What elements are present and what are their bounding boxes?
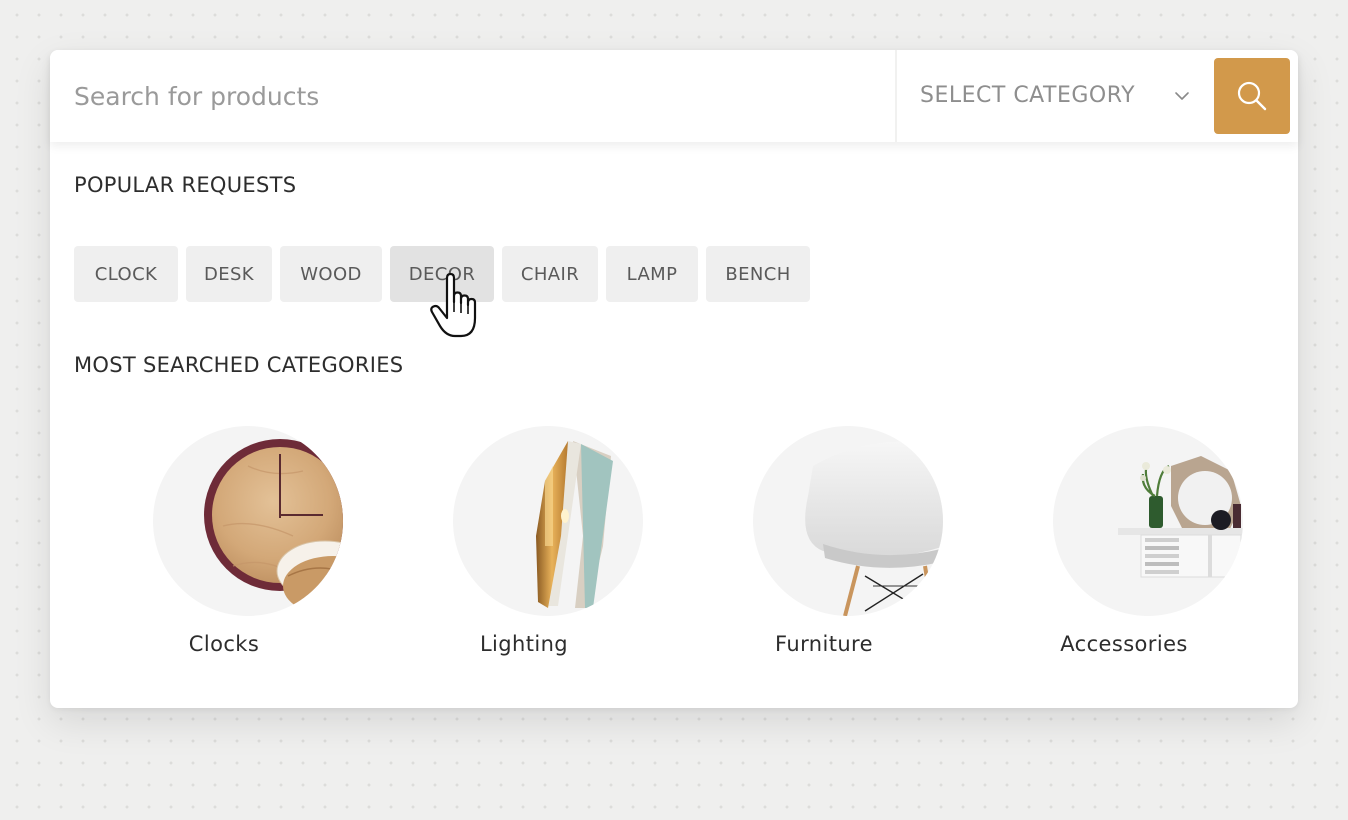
chip-lamp[interactable]: LAMP — [606, 246, 698, 302]
search-input[interactable] — [50, 50, 896, 142]
chip-wood[interactable]: WOOD — [280, 246, 382, 302]
category-card-furniture[interactable]: Furniture — [674, 426, 974, 666]
chevron-down-icon — [1175, 92, 1189, 100]
chip-decor[interactable]: DECOR — [390, 246, 494, 302]
wooden-clock-image — [153, 426, 343, 616]
search-button[interactable] — [1214, 58, 1290, 134]
shelf-decor-image — [1053, 426, 1243, 616]
chip-bench[interactable]: BENCH — [706, 246, 810, 302]
search-bar-divider — [895, 50, 897, 142]
category-select[interactable]: SELECT CATEGORY — [898, 50, 1210, 142]
search-icon — [1237, 81, 1267, 111]
chair-image — [753, 426, 943, 616]
category-card-accessories[interactable]: Accessories — [974, 426, 1274, 666]
category-name-furniture: Furniture — [775, 632, 873, 656]
category-select-label: SELECT CATEGORY — [920, 83, 1136, 108]
chip-clock[interactable]: CLOCK — [74, 246, 178, 302]
category-card-clocks[interactable]: Clocks — [74, 426, 374, 666]
category-name-lighting: Lighting — [479, 632, 569, 656]
most-searched-heading: MOST SEARCHED CATEGORIES — [74, 353, 404, 377]
popular-requests-heading: POPULAR REQUESTS — [74, 173, 297, 197]
category-card-lighting[interactable]: Lighting — [374, 426, 674, 666]
chip-desk[interactable]: DESK — [186, 246, 272, 302]
lamp-image — [453, 426, 643, 616]
category-name-accessories: Accessories — [1060, 632, 1188, 656]
search-dropdown-panel: SELECT CATEGORY POPULAR REQUESTS CLOCK D… — [50, 50, 1298, 708]
category-name-clocks: Clocks — [188, 632, 260, 656]
chip-chair[interactable]: CHAIR — [502, 246, 598, 302]
search-bar: SELECT CATEGORY — [50, 50, 1298, 142]
